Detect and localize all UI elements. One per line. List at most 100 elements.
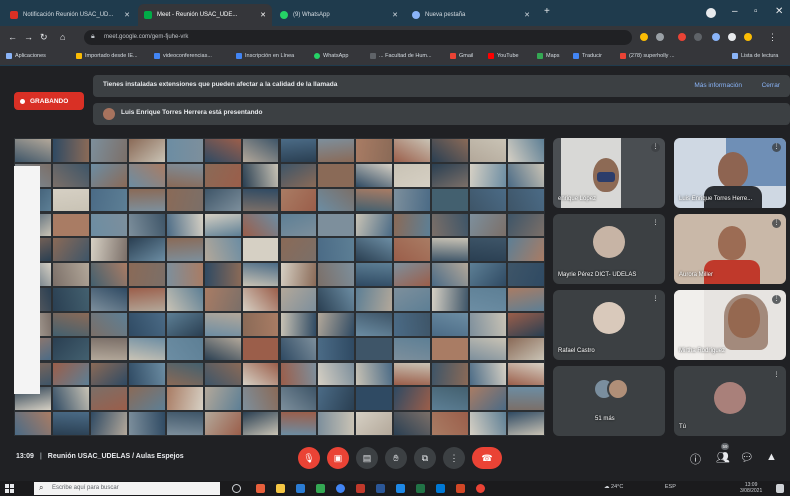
mosaic-photo [280, 412, 317, 435]
participant-tile[interactable]: ⋮ Rafael Castro [553, 290, 665, 360]
chrome-icon[interactable] [336, 484, 345, 493]
home-icon[interactable]: ⌂ [60, 32, 65, 42]
bookmark-item[interactable]: videoconferencias... [154, 53, 212, 59]
back-icon[interactable]: ← [8, 32, 17, 42]
bookmark-item[interactable]: WhatsApp [314, 53, 348, 59]
bookmark-item[interactable]: Gmail [450, 53, 473, 59]
present-button[interactable]: ⧉ [414, 447, 436, 469]
self-tile[interactable]: ⋮ Tú [674, 366, 786, 436]
close-icon[interactable]: ✕ [388, 11, 398, 19]
mosaic-photo [356, 238, 393, 262]
participant-tile[interactable]: ⋮ Luis Enrique Torres Herre... [674, 138, 786, 208]
tab-meet[interactable]: Meet - Reunión USAC_UDE... ✕ [138, 4, 272, 26]
leave-call-button[interactable]: ☎︎ [472, 447, 502, 469]
bookmark-item[interactable]: ... Facultad de Hum... [370, 53, 432, 59]
bookmark-item[interactable]: YouTube [488, 53, 519, 59]
star-icon[interactable] [656, 33, 664, 41]
lock-icon: 🔒︎ [91, 33, 95, 40]
excel-icon[interactable] [416, 484, 425, 493]
participant-tile[interactable]: ⋮ enrique López [553, 138, 665, 208]
participant-name: Mayrie Pérez DICT- UDELAS [558, 272, 637, 278]
banner-text: Tienes instaladas extensiones que pueden… [103, 81, 338, 88]
tab-title: Meet - Reunión USAC_UDE... [157, 12, 238, 18]
bookmark-item[interactable]: Maps [537, 53, 559, 59]
camera-toggle-button[interactable]: ▣ [327, 447, 349, 469]
new-tab-button[interactable]: + [544, 6, 550, 17]
minimize-icon[interactable]: – [732, 6, 738, 17]
mic-toggle-button[interactable]: 🎙︎ [298, 447, 320, 469]
mosaic-photo [470, 213, 507, 237]
mosaic-photo [128, 163, 165, 187]
outlook-icon[interactable] [436, 484, 445, 493]
activities-icon[interactable]: ▲ [766, 451, 777, 463]
participant-tile[interactable]: ⋮ Mirtha Rodríguez [674, 290, 786, 360]
tab-whatsapp[interactable]: (9) WhatsApp ✕ [274, 4, 404, 26]
mic-off-icon: ⋮ [651, 219, 660, 228]
taskbar-clock[interactable]: 13:09 3/08/2021 [740, 482, 762, 494]
mosaic-photo [15, 139, 51, 162]
bookmark-item[interactable]: Aplicaciones [6, 53, 46, 59]
more-options-icon[interactable]: ⋮ [772, 371, 781, 380]
mosaic-photo [432, 163, 469, 187]
bookmark-item[interactable]: Traducir [573, 53, 602, 59]
maximize-icon[interactable]: ▫ [754, 6, 758, 17]
language-indicator[interactable]: ESP [665, 484, 676, 490]
reload-icon[interactable]: ↻ [40, 32, 48, 43]
mosaic-photo [242, 188, 279, 212]
avatar[interactable] [744, 33, 752, 41]
taskbar-search-input[interactable]: ⌕ Escribe aquí para buscar [34, 482, 220, 495]
app-icon[interactable] [296, 484, 305, 493]
forward-icon[interactable]: → [24, 32, 33, 42]
bookmark-item[interactable]: (278) superholly ... [620, 53, 675, 59]
mosaic-photo [280, 213, 317, 237]
profile-icon[interactable] [706, 8, 716, 18]
app-icon[interactable] [316, 484, 325, 493]
tab-new[interactable]: Nueva pestaña ✕ [406, 4, 536, 26]
chat-icon[interactable]: 💬︎ [740, 451, 754, 464]
close-icon[interactable]: ✕ [256, 11, 266, 19]
camera-indicator-icon[interactable] [640, 33, 648, 41]
notifications-icon[interactable] [776, 484, 784, 493]
extension-icon[interactable] [694, 33, 702, 41]
extension-icon[interactable] [678, 33, 686, 41]
bookmark-item[interactable]: Lista de lectura [732, 53, 778, 59]
mosaic-photo [242, 139, 279, 162]
extensions-puzzle-icon[interactable] [728, 33, 736, 41]
more-participants-tile[interactable]: 51 más [553, 366, 665, 436]
tab-notification[interactable]: Notificación Reunión USAC_UD... ✕ [4, 4, 136, 26]
powerpoint-icon[interactable] [456, 484, 465, 493]
app-icon[interactable] [396, 484, 405, 493]
word-icon[interactable] [376, 484, 385, 493]
close-banner-button[interactable]: Cerrar [762, 82, 780, 89]
people-icon[interactable]: 👥︎ [716, 451, 730, 464]
bookmark-item[interactable]: Importado desde IE... [76, 53, 138, 59]
mosaic-photo [470, 263, 507, 286]
extension-icon[interactable] [712, 33, 720, 41]
close-icon[interactable]: ✕ [520, 11, 530, 19]
recording-dot-icon [20, 98, 25, 104]
url-input[interactable]: 🔒︎ meet.google.com/gem-fjuhe-vrk [84, 30, 632, 45]
participant-tile[interactable]: ⋮ Mayrie Pérez DICT- UDELAS [553, 214, 665, 284]
windows-start-icon[interactable] [5, 484, 14, 493]
app-icon[interactable] [356, 484, 365, 493]
captions-button[interactable]: ▤ [356, 447, 378, 469]
app-icon[interactable] [256, 484, 265, 493]
bookmark-item[interactable]: Inscripción en Línea [236, 53, 294, 59]
mosaic-photo [280, 362, 317, 386]
more-options-button[interactable]: ⋮ [443, 447, 465, 469]
window-close-icon[interactable]: ✕ [775, 6, 783, 17]
raise-hand-button[interactable]: ✋︎ [385, 447, 407, 469]
presentation-screen[interactable] [14, 138, 545, 436]
mosaic-photo [90, 288, 127, 311]
file-explorer-icon[interactable] [276, 484, 285, 493]
mosaic-photo [356, 188, 393, 212]
close-icon[interactable]: ✕ [120, 11, 130, 19]
mosaic-photo [166, 213, 203, 237]
more-info-link[interactable]: Más información [694, 82, 742, 89]
participant-tile[interactable]: ⋮ Aurora Miller [674, 214, 786, 284]
menu-icon[interactable]: ⋮ [768, 32, 777, 43]
participant-name: Tú [679, 424, 687, 430]
app-icon[interactable] [476, 484, 485, 493]
info-icon[interactable]: ⓘ [690, 451, 701, 467]
cortana-icon[interactable] [232, 484, 241, 493]
